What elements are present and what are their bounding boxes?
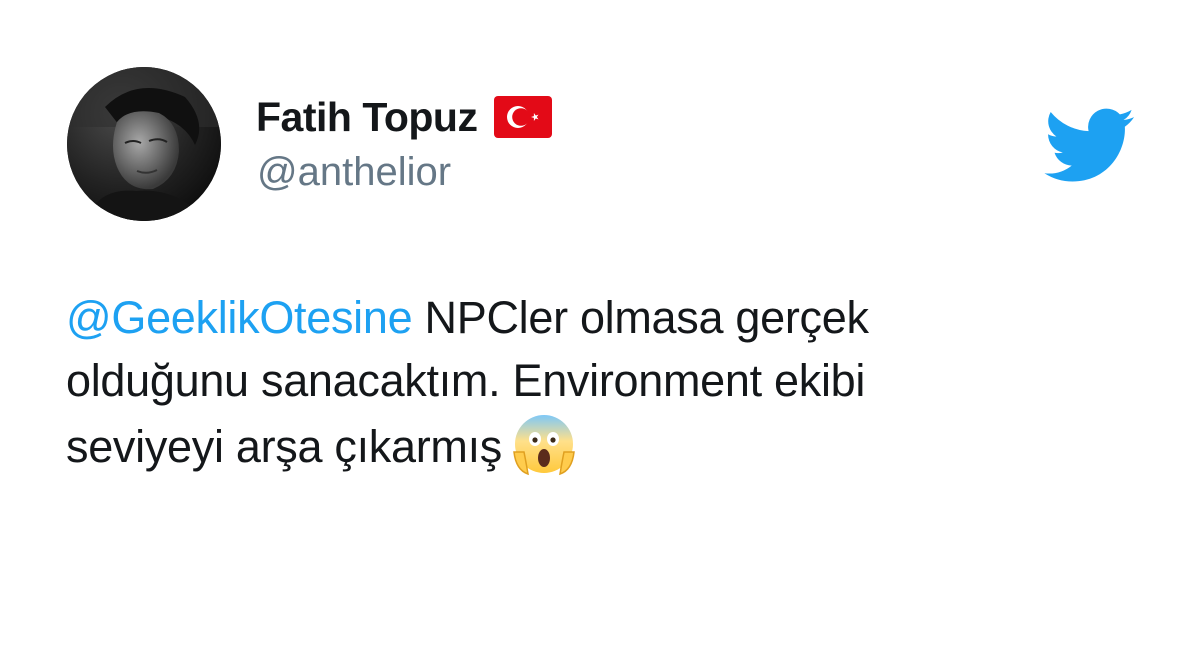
face-screaming-in-fear-icon bbox=[512, 412, 576, 476]
user-name-row: Fatih Topuz bbox=[256, 92, 553, 142]
avatar-photo bbox=[67, 67, 221, 221]
tweet-card: Fatih Topuz @anthelior @GeeklikOtesine N… bbox=[0, 0, 1200, 652]
avatar[interactable] bbox=[67, 67, 221, 221]
tweet-text: @GeeklikOtesine NPCler olmasa gerçek old… bbox=[66, 286, 1026, 478]
mention-link[interactable]: @GeeklikOtesine bbox=[66, 292, 413, 343]
twitter-bird-icon[interactable] bbox=[1044, 108, 1136, 184]
user-handle[interactable]: @anthelior bbox=[257, 150, 451, 195]
display-name[interactable]: Fatih Topuz bbox=[256, 94, 478, 141]
turkey-flag-icon bbox=[494, 96, 553, 138]
